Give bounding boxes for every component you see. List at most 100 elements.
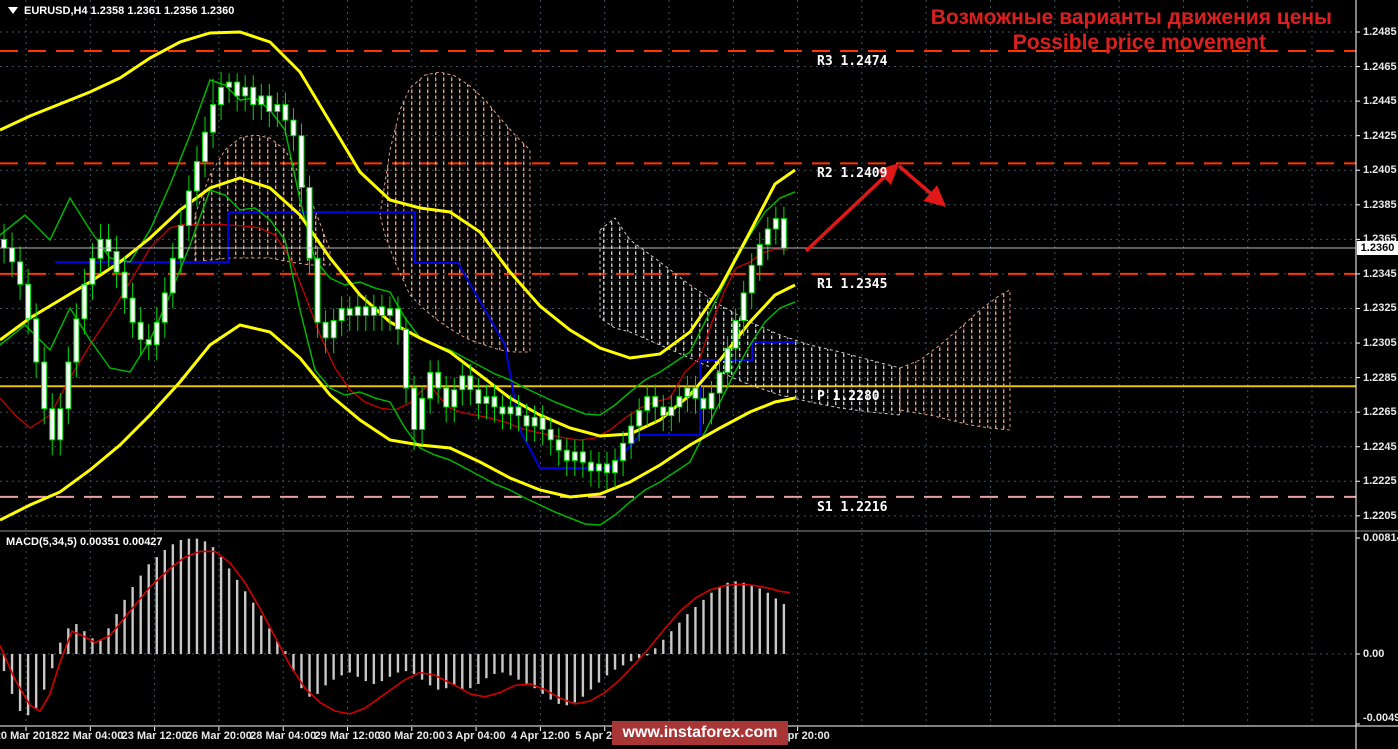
candle	[419, 397, 426, 430]
candle	[724, 347, 731, 373]
candle	[427, 371, 434, 399]
candle	[65, 361, 72, 410]
candle	[507, 406, 514, 415]
candle	[105, 238, 112, 252]
price-scale-label: 1.2205	[1363, 509, 1397, 522]
time-scale-label: 22 Mar 04:00	[57, 730, 124, 742]
candle	[491, 396, 498, 408]
candle	[169, 257, 176, 294]
candle	[748, 264, 755, 294]
macd-pane	[0, 538, 791, 716]
price-scale-label: 1.2345	[1363, 267, 1397, 280]
candle	[386, 307, 393, 316]
price-scale-label: 1.2485	[1363, 26, 1397, 38]
candle	[338, 307, 345, 322]
symbol-ohlc-readout: EURUSD,H4 1.2358 1.2361 1.2356 1.2360	[8, 5, 234, 17]
candle	[499, 406, 506, 415]
symbol-ohlc-text: EURUSD,H4 1.2358 1.2361 1.2356 1.2360	[24, 5, 235, 17]
candle	[362, 306, 369, 316]
candle	[41, 361, 48, 410]
candle	[33, 318, 40, 363]
price-scale-label: 1.2245	[1363, 440, 1397, 453]
candle	[161, 292, 168, 323]
macd-indicator-label: MACD(5,34,5) 0.00351 0.00427	[6, 536, 163, 548]
price-scale-label: 1.2385	[1363, 198, 1397, 211]
macd-scale-label: -0.00497	[1363, 712, 1398, 724]
candle	[250, 86, 257, 106]
candle	[177, 225, 184, 259]
time-scale-label: 20 Mar 2018	[0, 730, 58, 742]
candle	[531, 416, 538, 427]
price-scale-label: 1.2325	[1363, 302, 1397, 315]
candle	[668, 406, 675, 417]
candle	[322, 321, 329, 339]
candle	[692, 387, 699, 399]
symbol-dropdown-icon[interactable]	[8, 7, 18, 14]
candle	[435, 371, 442, 389]
price-scale-label: 1.2445	[1363, 95, 1397, 108]
time-scale-label: 4 Apr 12:00	[510, 730, 570, 742]
candle	[258, 95, 265, 106]
scale-ticks	[25, 31, 1360, 731]
candle	[539, 416, 546, 430]
candle	[346, 307, 353, 316]
candle	[764, 228, 771, 246]
candle	[547, 428, 554, 441]
candle	[370, 306, 377, 316]
pivot-level-label: S1 1.2216	[817, 499, 888, 515]
candle	[595, 463, 602, 472]
candle	[443, 387, 450, 408]
time-scale-label: 3 Apr 04:00	[446, 730, 506, 742]
candle	[210, 104, 217, 133]
macd-scale-label: 0.00814	[1363, 531, 1398, 544]
candle	[620, 442, 627, 462]
candle	[660, 406, 667, 417]
candle	[732, 320, 739, 349]
candle	[242, 86, 249, 97]
candle	[523, 415, 530, 427]
candle	[113, 250, 120, 273]
candle	[137, 321, 144, 341]
chart-canvas[interactable]	[0, 0, 1398, 749]
candle	[330, 320, 337, 339]
pivot-level-label: R1 1.2345	[817, 276, 888, 292]
candle	[234, 81, 241, 97]
candle	[49, 408, 56, 441]
candle	[684, 387, 691, 398]
candle	[314, 257, 321, 323]
candle	[226, 81, 233, 88]
candle	[676, 396, 683, 408]
price-scale-label: 1.2225	[1363, 475, 1397, 488]
candle	[604, 463, 610, 474]
price-scale-label: 1.2265	[1363, 406, 1397, 419]
candle	[483, 396, 490, 405]
pivot-level-label: R3 1.2474	[817, 54, 888, 69]
candle	[394, 307, 401, 330]
mt4-chart-window: EURUSD,H4 1.2358 1.2361 1.2356 1.2360 Во…	[0, 0, 1398, 749]
candle	[145, 339, 152, 346]
candle	[218, 86, 225, 106]
pivot-lines	[0, 50, 1356, 498]
candle	[17, 261, 24, 285]
candle	[628, 425, 635, 444]
candle	[644, 396, 651, 411]
candle	[274, 104, 281, 112]
macd-scale-label: 0.00	[1363, 648, 1385, 660]
candle	[354, 306, 361, 316]
candle	[700, 397, 707, 410]
candle	[555, 439, 562, 451]
candle	[451, 389, 458, 408]
candle	[716, 371, 723, 394]
candle	[403, 328, 409, 389]
candle	[121, 271, 128, 299]
pivot-level-label: R2 1.2409	[817, 166, 888, 182]
candle	[298, 135, 305, 189]
candle	[475, 389, 482, 405]
annotation-title-ru: Возможные варианты движения цены	[930, 6, 1332, 29]
candle	[185, 190, 192, 227]
candle	[25, 283, 32, 320]
candle	[266, 95, 273, 112]
time-scale-label: 26 Mar 20:00	[185, 730, 252, 742]
candle	[708, 392, 715, 410]
candle	[73, 318, 80, 363]
